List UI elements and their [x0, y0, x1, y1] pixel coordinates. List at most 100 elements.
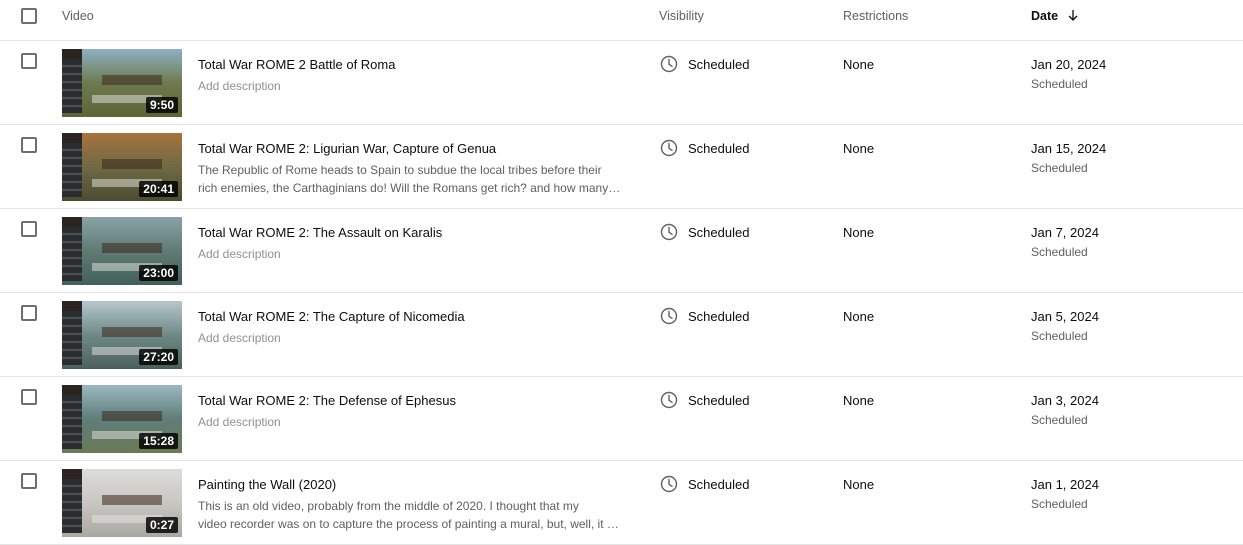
- video-date-status: Scheduled: [1031, 413, 1088, 427]
- visibility-cell[interactable]: Scheduled: [660, 391, 749, 409]
- video-description[interactable]: Add description: [198, 413, 623, 431]
- video-description[interactable]: Add description: [198, 77, 623, 95]
- thumbnail-detail: [102, 327, 162, 337]
- visibility-status: Scheduled: [688, 140, 750, 156]
- description-line: The Republic of Rome heads to Spain to s…: [198, 163, 602, 177]
- clock-icon: [660, 139, 678, 157]
- thumbnail-detail: [102, 411, 162, 421]
- thumbnail-hud: [62, 227, 82, 281]
- restrictions-value: None: [843, 57, 875, 72]
- column-header-date-label: Date: [1031, 9, 1059, 23]
- video-duration-badge: 23:00: [139, 265, 178, 281]
- video-thumbnail[interactable]: 9:50: [62, 49, 182, 117]
- row-checkbox[interactable]: [21, 53, 37, 69]
- video-date-status: Scheduled: [1031, 329, 1088, 343]
- video-duration-badge: 20:41: [139, 181, 178, 197]
- visibility-status: Scheduled: [688, 392, 750, 408]
- thumbnail-detail: [102, 243, 162, 253]
- video-description[interactable]: This is an old video, probably from the …: [198, 497, 623, 533]
- table-body: 9:50 Total War ROME 2 Battle of Roma Add…: [0, 41, 1243, 545]
- thumbnail-hud-top: [62, 217, 82, 227]
- column-header-video[interactable]: Video: [62, 9, 94, 23]
- arrow-down-icon: [1068, 10, 1078, 25]
- thumbnail-detail: [102, 159, 162, 169]
- video-title[interactable]: Total War ROME 2 Battle of Roma: [198, 57, 395, 72]
- visibility-cell[interactable]: Scheduled: [660, 139, 749, 157]
- video-date: Jan 15, 2024: [1031, 141, 1107, 156]
- clock-icon: [660, 475, 678, 493]
- visibility-cell[interactable]: Scheduled: [660, 307, 749, 325]
- thumbnail-hud: [62, 395, 82, 449]
- thumbnail-hud: [62, 479, 82, 533]
- video-title[interactable]: Total War ROME 2: The Capture of Nicomed…: [198, 309, 465, 324]
- visibility-status: Scheduled: [688, 224, 750, 240]
- visibility-cell[interactable]: Scheduled: [660, 223, 749, 241]
- row-checkbox[interactable]: [21, 221, 37, 237]
- video-description[interactable]: Add description: [198, 329, 623, 347]
- video-thumbnail[interactable]: 20:41: [62, 133, 182, 201]
- column-header-visibility[interactable]: Visibility: [659, 9, 704, 23]
- video-date: Jan 5, 2024: [1031, 309, 1099, 324]
- video-title[interactable]: Painting the Wall (2020): [198, 477, 336, 492]
- description-line: rich enemies, the Carthaginians do! Will…: [198, 181, 623, 195]
- description-line: This is an old video, probably from the …: [198, 499, 579, 513]
- table-row[interactable]: 27:20 Total War ROME 2: The Capture of N…: [0, 293, 1243, 377]
- visibility-status: Scheduled: [688, 308, 750, 324]
- description-line: Add description: [198, 79, 281, 93]
- column-header-date[interactable]: Date: [1031, 9, 1078, 25]
- table-row[interactable]: 9:50 Total War ROME 2 Battle of Roma Add…: [0, 41, 1243, 125]
- video-date-status: Scheduled: [1031, 245, 1088, 259]
- visibility-cell[interactable]: Scheduled: [660, 475, 749, 493]
- thumbnail-hud: [62, 59, 82, 113]
- video-table: Video Visibility Restrictions Date 9:50 …: [0, 0, 1243, 545]
- visibility-status: Scheduled: [688, 476, 750, 492]
- video-date: Jan 7, 2024: [1031, 225, 1099, 240]
- select-all-checkbox[interactable]: [21, 8, 37, 24]
- video-description[interactable]: Add description: [198, 245, 623, 263]
- table-header: Video Visibility Restrictions Date: [0, 0, 1243, 41]
- table-row[interactable]: 0:27 Painting the Wall (2020) This is an…: [0, 461, 1243, 545]
- table-row[interactable]: 15:28 Total War ROME 2: The Defense of E…: [0, 377, 1243, 461]
- visibility-cell[interactable]: Scheduled: [660, 55, 749, 73]
- row-checkbox[interactable]: [21, 305, 37, 321]
- thumbnail-hud-top: [62, 469, 82, 479]
- restrictions-value: None: [843, 309, 875, 324]
- visibility-status: Scheduled: [688, 56, 750, 72]
- video-thumbnail[interactable]: 15:28: [62, 385, 182, 453]
- video-date: Jan 20, 2024: [1031, 57, 1107, 72]
- restrictions-value: None: [843, 141, 875, 156]
- video-title[interactable]: Total War ROME 2: The Assault on Karalis: [198, 225, 442, 240]
- row-checkbox[interactable]: [21, 137, 37, 153]
- thumbnail-detail: [102, 495, 162, 505]
- row-checkbox[interactable]: [21, 389, 37, 405]
- video-title[interactable]: Total War ROME 2: The Defense of Ephesus: [198, 393, 456, 408]
- video-thumbnail[interactable]: 27:20: [62, 301, 182, 369]
- table-row[interactable]: 20:41 Total War ROME 2: Ligurian War, Ca…: [0, 125, 1243, 209]
- video-duration-badge: 27:20: [139, 349, 178, 365]
- thumbnail-hud-top: [62, 49, 82, 59]
- video-duration-badge: 9:50: [145, 97, 178, 113]
- thumbnail-hud-top: [62, 133, 82, 143]
- clock-icon: [660, 223, 678, 241]
- video-date-status: Scheduled: [1031, 497, 1088, 511]
- column-header-restrictions[interactable]: Restrictions: [843, 9, 908, 23]
- restrictions-value: None: [843, 393, 875, 408]
- clock-icon: [660, 307, 678, 325]
- video-duration-badge: 0:27: [145, 517, 178, 533]
- video-thumbnail[interactable]: 23:00: [62, 217, 182, 285]
- video-description[interactable]: The Republic of Rome heads to Spain to s…: [198, 161, 623, 197]
- thumbnail-hud: [62, 143, 82, 197]
- thumbnail-hud: [62, 311, 82, 365]
- table-row[interactable]: 23:00 Total War ROME 2: The Assault on K…: [0, 209, 1243, 293]
- thumbnail-hud-top: [62, 385, 82, 395]
- video-date: Jan 1, 2024: [1031, 477, 1099, 492]
- restrictions-value: None: [843, 477, 875, 492]
- row-checkbox[interactable]: [21, 473, 37, 489]
- restrictions-value: None: [843, 225, 875, 240]
- thumbnail-detail: [102, 75, 162, 85]
- video-date-status: Scheduled: [1031, 161, 1088, 175]
- video-title[interactable]: Total War ROME 2: Ligurian War, Capture …: [198, 141, 496, 156]
- video-thumbnail[interactable]: 0:27: [62, 469, 182, 537]
- video-date: Jan 3, 2024: [1031, 393, 1099, 408]
- clock-icon: [660, 55, 678, 73]
